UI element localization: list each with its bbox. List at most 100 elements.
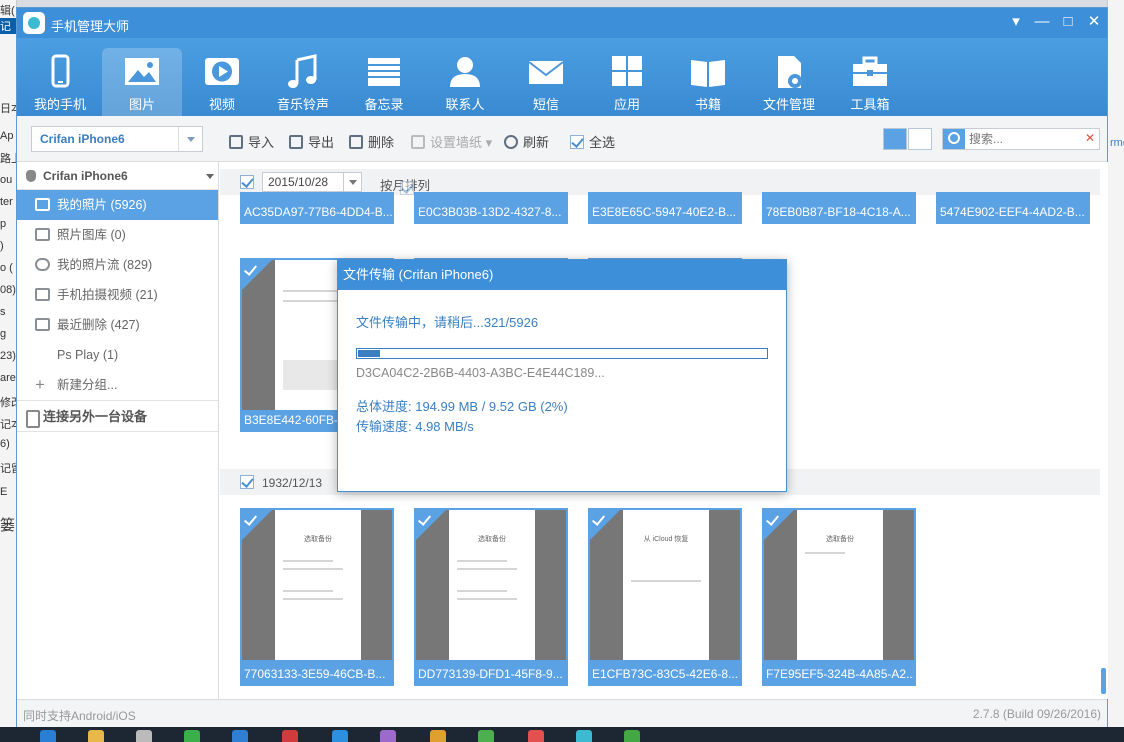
sidebar-item-label: 我的照片 (5926) bbox=[57, 198, 147, 212]
taskbar-app-icon[interactable] bbox=[576, 730, 592, 742]
sidebar-item-label: Ps Play (1) bbox=[57, 348, 119, 362]
photo-name: AC35DA97-77B6-4DD4-B... bbox=[242, 202, 392, 222]
nav-label: 备忘录 bbox=[364, 97, 404, 112]
bg-text: 辑( bbox=[0, 5, 15, 17]
select-all-checkbox[interactable]: 全选 bbox=[570, 132, 615, 151]
set-wallpaper-button[interactable]: 设置墙纸 ▾ bbox=[411, 132, 492, 151]
taskbar-app-icon[interactable] bbox=[430, 730, 446, 742]
refresh-button[interactable]: 刷新 bbox=[504, 132, 549, 151]
book-icon bbox=[691, 60, 725, 87]
selected-corner bbox=[590, 510, 620, 540]
bg-text: g bbox=[0, 328, 7, 340]
photo-name: E0C3B03B-13D2-4327-8... bbox=[416, 202, 566, 222]
list-view-button[interactable] bbox=[908, 128, 932, 150]
menu-dropdown-button[interactable]: ▾ bbox=[1005, 12, 1027, 32]
sidebar-item-videos[interactable]: 手机拍摄视频 (21) bbox=[17, 280, 218, 310]
chevron-down-icon bbox=[178, 127, 202, 151]
photo-name: 78EB0B87-BF18-4C18-A... bbox=[764, 202, 914, 222]
photo-tile[interactable]: E0C3B03B-13D2-4327-8... bbox=[414, 192, 568, 224]
nav-memo[interactable]: 备忘录 bbox=[344, 48, 424, 116]
taskbar-app-icon[interactable] bbox=[184, 730, 200, 742]
taskbar-app-icon[interactable] bbox=[136, 730, 152, 742]
nav-label: 音乐铃声 bbox=[276, 97, 329, 112]
maximize-button[interactable]: □ bbox=[1057, 12, 1079, 32]
taskbar-app-icon[interactable] bbox=[332, 730, 348, 742]
scrollbar-thumb[interactable] bbox=[1101, 668, 1106, 694]
nav-books[interactable]: 书籍 bbox=[668, 48, 748, 116]
taskbar-app-icon[interactable] bbox=[380, 730, 396, 742]
date-select[interactable]: 2015/10/28 bbox=[262, 172, 362, 192]
contact-icon bbox=[450, 57, 480, 87]
nav-apps[interactable]: 应用 bbox=[587, 48, 667, 116]
title-bar: 手机管理大师 ▾ — □ ✕ bbox=[17, 8, 1107, 38]
photo-tile[interactable]: 5474E902-EEF4-4AD2-B... bbox=[936, 192, 1090, 224]
photo-tile[interactable]: 选取备份 DD773139-DFD1-45F8-9... bbox=[414, 508, 568, 686]
device-select-value: Crifan iPhone6 bbox=[40, 132, 125, 146]
bg-text: 路上 bbox=[0, 153, 16, 165]
group-select-checkbox[interactable] bbox=[240, 475, 254, 489]
total-progress: 总体进度: 194.99 MB / 9.52 GB (2%) bbox=[356, 399, 568, 414]
export-button[interactable]: 导出 bbox=[289, 132, 334, 151]
group-date: 2015/10/28 bbox=[268, 175, 329, 189]
group-select-checkbox[interactable] bbox=[240, 175, 254, 189]
sidebar-item-label: 手机拍摄视频 (21) bbox=[57, 288, 158, 302]
photo-tile[interactable]: E3E8E65C-5947-40E2-B... bbox=[588, 192, 742, 224]
transfer-speed: 传输速度: 4.98 MB/s bbox=[356, 419, 474, 434]
bg-text: rmo bbox=[1110, 137, 1124, 149]
sidebar-item-my-photos[interactable]: 我的照片 (5926) bbox=[17, 190, 218, 220]
taskbar-app-icon[interactable] bbox=[232, 730, 248, 742]
import-button[interactable]: 导入 bbox=[229, 132, 274, 151]
taskbar-app-icon[interactable] bbox=[88, 730, 104, 742]
nav-music[interactable]: 音乐铃声 bbox=[263, 48, 343, 116]
sidebar-item-recently-deleted[interactable]: 最近删除 (427) bbox=[17, 310, 218, 340]
taskbar-app-icon[interactable] bbox=[40, 730, 56, 742]
envelope-icon bbox=[528, 61, 564, 84]
nav-toolbox[interactable]: 工具箱 bbox=[830, 48, 910, 116]
photo-name: DD773139-DFD1-45F8-9... bbox=[416, 664, 566, 684]
grid-view-button[interactable] bbox=[883, 128, 907, 150]
close-button[interactable]: ✕ bbox=[1083, 12, 1105, 32]
minimize-button[interactable]: — bbox=[1031, 12, 1053, 32]
export-label: 导出 bbox=[308, 135, 335, 150]
photo-tile[interactable]: 选取备份 77063133-3E59-46CB-B... bbox=[240, 508, 394, 686]
support-text: 同时支持Android/iOS bbox=[23, 709, 136, 723]
taskbar-app-icon[interactable] bbox=[282, 730, 298, 742]
sidebar-item-photo-library[interactable]: 照片图库 (0) bbox=[17, 220, 218, 250]
refresh-icon bbox=[504, 135, 518, 149]
connect-device-button[interactable]: 连接另外一台设备 bbox=[17, 400, 218, 432]
select-all-label: 全选 bbox=[589, 135, 616, 150]
nav-contacts[interactable]: 联系人 bbox=[425, 48, 505, 116]
sidebar-device-header[interactable]: Crifan iPhone6 bbox=[17, 162, 218, 190]
photo-tile[interactable]: AC35DA97-77B6-4DD4-B... bbox=[240, 192, 394, 224]
photo-name: 5474E902-EEF4-4AD2-B... bbox=[938, 202, 1088, 222]
search-input[interactable] bbox=[969, 131, 1079, 147]
clear-icon[interactable]: ✕ bbox=[1085, 131, 1095, 145]
picture-icon bbox=[125, 58, 159, 85]
delete-button[interactable]: 删除 bbox=[349, 132, 394, 151]
bg-text: ou bbox=[0, 174, 13, 186]
file-gear-icon bbox=[778, 56, 802, 88]
photo-tile[interactable]: 选取备份 F7E95EF5-324B-4A85-A2... bbox=[762, 508, 916, 686]
nav-file-manager[interactable]: 文件管理 bbox=[749, 48, 829, 116]
photo-name: 77063133-3E59-46CB-B... bbox=[242, 664, 392, 684]
taskbar-app-icon[interactable] bbox=[528, 730, 544, 742]
search-box: ✕ bbox=[942, 128, 1100, 150]
photo-tile[interactable]: 78EB0B87-BF18-4C18-A... bbox=[762, 192, 916, 224]
nav-pictures[interactable]: 图片 bbox=[102, 48, 182, 116]
sidebar-item-ps-play[interactable]: Ps Play (1) bbox=[17, 340, 218, 370]
taskbar-app-icon[interactable] bbox=[624, 730, 640, 742]
bg-text: ) bbox=[0, 240, 4, 252]
photo-tile[interactable]: 从 iCloud 恢复 E1CFB73C-83C5-42E6-8... bbox=[588, 508, 742, 686]
nav-my-phone[interactable]: 我的手机 bbox=[20, 48, 100, 116]
bg-text: p bbox=[0, 218, 7, 230]
dialog-title: 文件传输 (Crifan iPhone6) bbox=[338, 260, 786, 290]
sidebar-item-photo-stream[interactable]: 我的照片流 (829) bbox=[17, 250, 218, 280]
photo-icon bbox=[35, 198, 50, 211]
add-group-button[interactable]: + 新建分组... bbox=[17, 370, 218, 400]
wallpaper-label: 设置墙纸 bbox=[430, 135, 483, 150]
taskbar-app-icon[interactable] bbox=[478, 730, 494, 742]
nav-video[interactable]: 视频 bbox=[182, 48, 262, 116]
nav-sms[interactable]: 短信 bbox=[506, 48, 586, 116]
device-select[interactable]: Crifan iPhone6 bbox=[31, 126, 203, 152]
photo-name: E3E8E65C-5947-40E2-B... bbox=[590, 202, 740, 222]
